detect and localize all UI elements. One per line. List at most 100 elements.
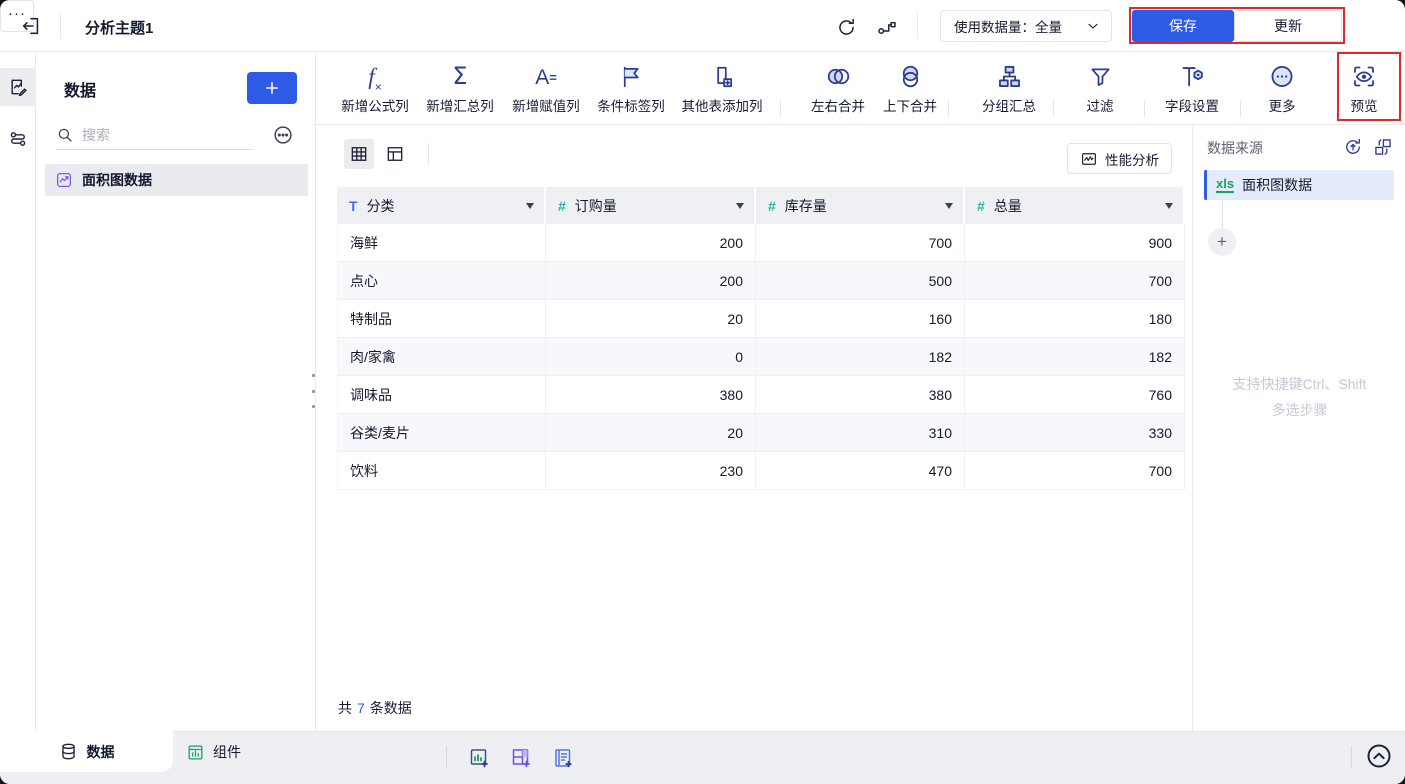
merge-left-right-icon bbox=[811, 59, 865, 92]
toolbar-item-filter[interactable]: 过滤 bbox=[1087, 59, 1114, 115]
lineage-icon bbox=[876, 17, 897, 38]
panel-resize-handle[interactable] bbox=[309, 374, 317, 408]
table-row: 谷类/麦片 20 310 330 bbox=[337, 414, 1185, 452]
tab-component[interactable]: 组件 bbox=[186, 732, 241, 772]
toolbar-item-field-settings[interactable]: 字段设置 bbox=[1165, 59, 1219, 115]
table-cell: 182 bbox=[756, 338, 965, 376]
table-cell: 0 bbox=[546, 338, 756, 376]
add-column-from-table-icon bbox=[682, 59, 763, 92]
toolbar-item-formula-column[interactable]: f × 新增公式列 bbox=[341, 59, 409, 115]
table-cell: 182 bbox=[965, 338, 1185, 376]
source-step-item[interactable]: xls 面积图数据 bbox=[1204, 170, 1394, 200]
bottombar-divider bbox=[446, 746, 447, 768]
toolbar-divider bbox=[948, 100, 949, 117]
data-source-title: 数据来源 bbox=[1207, 140, 1263, 156]
data-table: T 分类 # 订购量 # 库存量 # 总量 海鲜 200 700 900 点心 200 500 700… bbox=[337, 187, 1185, 490]
edit-analysis-icon bbox=[8, 77, 28, 97]
toolbar-item-assign-column[interactable]: A = 新增赋值列 bbox=[512, 59, 580, 115]
toolbar-item-merge-up-down[interactable]: 上下合并 bbox=[883, 59, 937, 115]
tab-component-label: 组件 bbox=[213, 744, 241, 760]
save-button[interactable]: 保存 bbox=[1132, 10, 1234, 42]
table-cell: 380 bbox=[546, 376, 756, 414]
table-cell: 700 bbox=[965, 452, 1185, 490]
column-dropdown-caret[interactable] bbox=[1165, 202, 1173, 209]
edit-toolbar: f× 新增公式列 Σ 新增汇总列 A= 新增赋值列 条件标签列 其他表添加列 bbox=[316, 52, 1405, 125]
table-cell: 380 bbox=[756, 376, 965, 414]
switch-view-button[interactable] bbox=[1373, 137, 1393, 157]
table-row: 点心 200 500 700 bbox=[337, 262, 1185, 300]
exit-button[interactable] bbox=[16, 12, 46, 40]
add-dashboard-button[interactable] bbox=[508, 745, 534, 771]
tab-data[interactable]: 数据 bbox=[0, 731, 173, 772]
toolbar-item-add-column-from-table[interactable]: 其他表添加列 bbox=[682, 59, 763, 115]
panel-title: 数据 bbox=[64, 83, 97, 100]
table-cell: 20 bbox=[546, 414, 756, 452]
area-chart-icon bbox=[55, 171, 73, 189]
add-step-button[interactable]: + bbox=[1208, 228, 1236, 256]
column-header-stock-qty[interactable]: # 库存量 bbox=[756, 187, 965, 224]
rail-item-lineage[interactable] bbox=[0, 120, 36, 158]
toolbar-divider bbox=[428, 143, 429, 165]
performance-analysis-button[interactable]: 性能分析 bbox=[1067, 143, 1172, 174]
toolbar-item-group-summary[interactable]: 分组汇总 bbox=[982, 59, 1036, 115]
exit-icon bbox=[20, 15, 42, 37]
toolbar-item-summary-column[interactable]: Σ 新增汇总列 bbox=[426, 59, 494, 115]
refresh-icon bbox=[836, 17, 857, 38]
number-type-icon: # bbox=[768, 197, 776, 214]
rail-item-edit-analysis[interactable] bbox=[0, 68, 36, 106]
update-button[interactable]: 更新 bbox=[1234, 10, 1342, 42]
column-header-category[interactable]: T 分类 bbox=[337, 187, 546, 224]
formula-column-icon: f × bbox=[368, 64, 382, 94]
column-header-total[interactable]: # 总量 bbox=[965, 187, 1185, 224]
lineage-button[interactable] bbox=[873, 14, 899, 40]
table-row: 海鲜 200 700 900 bbox=[337, 224, 1185, 262]
table-cell: 180 bbox=[965, 300, 1185, 338]
table-cell: 点心 bbox=[337, 262, 546, 300]
collapse-panel-button[interactable] bbox=[1365, 742, 1393, 770]
bottombar-divider bbox=[1351, 746, 1352, 768]
search-input[interactable] bbox=[82, 126, 232, 143]
toolbar-item-preview[interactable]: 预览 bbox=[1351, 59, 1378, 115]
column-dropdown-caret[interactable] bbox=[526, 202, 534, 209]
dataset-list-item[interactable]: 面积图数据 bbox=[45, 164, 308, 196]
column-header-order-qty[interactable]: # 订购量 bbox=[546, 187, 756, 224]
top-bar: 分析主题1 使用数据量：全量 保存 更新 ··· bbox=[0, 0, 1405, 52]
toolbar-item-condition-tag-column[interactable]: 条件标签列 bbox=[597, 59, 665, 115]
table-cell: 特制品 bbox=[337, 300, 546, 338]
left-rail bbox=[0, 52, 36, 731]
refresh-button[interactable] bbox=[833, 14, 859, 40]
add-dataset-button[interactable] bbox=[247, 72, 297, 104]
search-more-button[interactable] bbox=[272, 124, 294, 146]
grid-view-toggle[interactable] bbox=[344, 139, 374, 169]
table-body: 海鲜 200 700 900 点心 200 500 700 特制品 20 160 180 肉/家禽 0 18… bbox=[337, 224, 1185, 490]
bottom-tab-bar: 数据 组件 bbox=[0, 731, 1405, 784]
source-step-label: 面积图数据 bbox=[1242, 177, 1313, 193]
number-type-icon: # bbox=[558, 197, 566, 214]
preview-icon bbox=[1351, 59, 1378, 92]
update-history-button[interactable] bbox=[1343, 137, 1363, 157]
flow-steps-icon bbox=[8, 129, 28, 149]
data-source-panel: 数据来源 xls 面积图数据 + 支持快捷键Ctrl、Shift 多选步骤 bbox=[1194, 125, 1405, 731]
table-cell: 900 bbox=[965, 224, 1185, 262]
condition-tag-column-icon bbox=[597, 59, 665, 92]
table-cell: 谷类/麦片 bbox=[337, 414, 546, 452]
topbar-divider bbox=[917, 13, 918, 39]
add-chart-icon bbox=[467, 746, 491, 770]
database-icon bbox=[59, 742, 78, 761]
toolbar-item-merge-left-right[interactable]: 左右合并 bbox=[811, 59, 865, 115]
column-dropdown-caret[interactable] bbox=[736, 202, 744, 209]
dataset-usage-dropdown[interactable]: 使用数据量：全量 bbox=[940, 10, 1112, 42]
toolbar-item-more[interactable]: 更多 bbox=[1269, 59, 1296, 115]
toolbar-divider bbox=[1053, 100, 1054, 117]
column-dropdown-caret[interactable] bbox=[945, 202, 953, 209]
add-report-button[interactable] bbox=[550, 745, 576, 771]
table-cell: 160 bbox=[756, 300, 965, 338]
add-chart-component-button[interactable] bbox=[466, 745, 492, 771]
table-row: 饮料 230 470 700 bbox=[337, 452, 1185, 490]
table-cell: 500 bbox=[756, 262, 965, 300]
table-cell: 肉/家禽 bbox=[337, 338, 546, 376]
split-view-toggle[interactable] bbox=[380, 139, 410, 169]
search-row bbox=[56, 120, 254, 150]
table-cell: 调味品 bbox=[337, 376, 546, 414]
filter-icon bbox=[1087, 59, 1114, 92]
